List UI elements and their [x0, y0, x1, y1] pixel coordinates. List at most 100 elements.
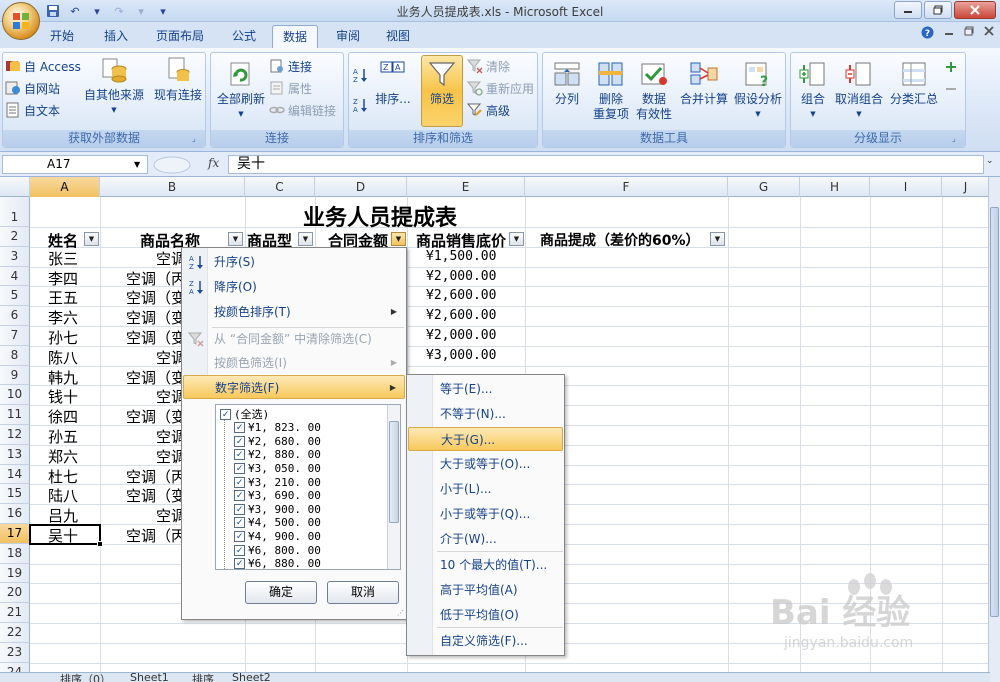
row-header[interactable]: 21	[0, 603, 30, 623]
sheet-tab-sort0[interactable]: 排序（0）	[60, 673, 111, 682]
row-header[interactable]: 19	[0, 563, 30, 584]
select-all-button[interactable]	[0, 177, 30, 197]
resize-grip-icon[interactable]: ⋰	[397, 609, 404, 617]
from-text-button[interactable]: 自文本	[5, 100, 60, 120]
row-header[interactable]: 20	[0, 583, 30, 604]
cell-name[interactable]: 陆八	[48, 485, 78, 506]
name-box-dropdown-icon[interactable]: ▼	[134, 160, 140, 169]
checkbox-checked-icon[interactable]: ✓	[234, 517, 245, 529]
office-button[interactable]	[2, 2, 40, 40]
checkbox-checked-icon[interactable]: ✓	[234, 558, 245, 569]
checklist-scrollbar[interactable]	[387, 405, 400, 569]
column-header-a[interactable]: A	[30, 177, 100, 197]
ribbon-minimize-icon[interactable]	[944, 26, 954, 42]
sort-asc-button[interactable]: AZ	[352, 65, 368, 85]
cell-name[interactable]: 李四	[48, 268, 78, 289]
checkbox-checked-icon[interactable]: ✓	[234, 462, 245, 474]
cell-name[interactable]: 韩九	[48, 367, 78, 388]
row-header[interactable]: 9	[0, 365, 30, 386]
cell-base-price[interactable]: ¥2,000.00	[426, 269, 496, 284]
column-header-d[interactable]: D	[315, 177, 407, 197]
insert-function-icon[interactable]: fx	[208, 156, 219, 170]
checkbox-checked-icon[interactable]: ✓	[234, 476, 245, 488]
sheet-tab-sort[interactable]: 排序	[192, 673, 214, 682]
checkbox-checked-icon[interactable]: ✓	[234, 435, 245, 447]
row-header[interactable]: 17	[0, 524, 30, 544]
data-validation-button[interactable]: 数据 有效性 ▼	[633, 59, 675, 141]
group-button[interactable]: 组合 ▼	[795, 59, 831, 122]
dialog-launcher-icon[interactable]: ⌟	[192, 134, 202, 144]
filter-dropdown-model[interactable]: ▼	[298, 232, 313, 246]
name-box[interactable]: A17	[2, 155, 148, 174]
tab-review[interactable]: 审阅	[326, 25, 370, 48]
row-header[interactable]: 11	[0, 405, 30, 425]
row-header[interactable]: 13	[0, 444, 30, 465]
connections-button[interactable]: 连接	[269, 56, 312, 76]
dialog-launcher-icon[interactable]: ⌟	[952, 134, 962, 144]
submenu-item[interactable]: 高于平均值(A)	[408, 578, 563, 602]
sort-desc-button[interactable]: ZA	[352, 95, 368, 115]
row-header[interactable]: 22	[0, 623, 30, 643]
cell-product[interactable]: 空调	[156, 347, 182, 368]
subtotal-button[interactable]: 分类汇总	[887, 59, 941, 107]
filter-dropdown-product[interactable]: ▼	[228, 232, 243, 246]
ok-button[interactable]: 确定	[245, 581, 317, 604]
cell-product[interactable]: 空调（丙	[126, 268, 182, 289]
cell-product[interactable]: 空调（变	[126, 406, 182, 427]
checklist-item[interactable]: ✓ (全选)	[220, 407, 269, 421]
scrollbar-thumb[interactable]	[389, 421, 399, 523]
row-header[interactable]: 14	[0, 464, 30, 485]
checkbox-checked-icon[interactable]: ✓	[234, 544, 245, 556]
checklist-item[interactable]: ✓ ¥6, 800. 00	[234, 543, 321, 557]
cell-base-price[interactable]: ¥3,000.00	[426, 348, 496, 363]
checklist-item[interactable]: ✓ ¥2, 680. 00	[234, 434, 321, 448]
cell-name[interactable]: 孙七	[48, 327, 78, 348]
header-commission[interactable]: 商品提成（差价的60%）	[540, 230, 700, 250]
cell-product[interactable]: 空调（丙	[126, 525, 182, 546]
checkbox-checked-icon[interactable]: ✓	[234, 530, 245, 542]
checklist-item[interactable]: ✓ ¥2, 880. 00	[234, 448, 321, 462]
cell-base-price[interactable]: ¥2,000.00	[426, 328, 496, 343]
cell-name[interactable]: 孙五	[48, 426, 78, 447]
consolidate-button[interactable]: 合并计算	[677, 59, 731, 107]
checkbox-checked-icon[interactable]: ✓	[234, 449, 245, 461]
cell-product[interactable]: 空调	[156, 248, 182, 269]
checklist-item[interactable]: ✓ ¥3, 900. 00	[234, 502, 321, 516]
cancel-button[interactable]: 取消	[327, 581, 399, 604]
tab-formulas[interactable]: 公式	[222, 25, 266, 48]
cell-base-price[interactable]: ¥1,500.00	[426, 249, 496, 264]
sheet-tab-sheet1[interactable]: Sheet1	[130, 673, 169, 682]
cell-name[interactable]: 陈八	[48, 347, 78, 368]
column-header-e[interactable]: E	[407, 177, 525, 197]
submenu-item[interactable]: 不等于(N)...	[408, 402, 563, 426]
cell-base-price[interactable]: ¥2,600.00	[426, 308, 496, 323]
cell-name[interactable]: 张三	[48, 248, 78, 269]
column-header-g[interactable]: G	[728, 177, 800, 197]
tab-view[interactable]: 视图	[376, 25, 420, 48]
row-header[interactable]: 16	[0, 504, 30, 524]
sheet-tab-sheet2[interactable]: Sheet2	[232, 673, 271, 682]
column-header-c[interactable]: C	[245, 177, 315, 197]
ribbon-close-icon[interactable]	[984, 26, 994, 42]
submenu-item[interactable]: 小于(L)...	[408, 477, 563, 501]
row-header[interactable]: 5	[0, 286, 30, 307]
column-header-j[interactable]: J	[942, 177, 990, 197]
formula-input[interactable]: 吴十	[228, 155, 984, 174]
checklist-item[interactable]: ✓ ¥3, 690. 00	[234, 489, 321, 503]
menu-number-filters[interactable]: 数字筛选(F) ▶	[183, 375, 405, 399]
submenu-item[interactable]: 介于(W)...	[408, 527, 563, 551]
row-header[interactable]: 6	[0, 306, 30, 326]
filter-dropdown-amount[interactable]: ▼	[391, 232, 406, 246]
checklist-item[interactable]: ✓ ¥3, 210. 00	[234, 475, 321, 489]
column-header-i[interactable]: I	[870, 177, 942, 197]
from-other-sources-button[interactable]: 自其他来源 ▼	[81, 55, 147, 118]
row-header[interactable]: 18	[0, 543, 30, 564]
scrollbar-thumb[interactable]	[990, 207, 999, 617]
row-header[interactable]: 8	[0, 345, 30, 366]
text-to-columns-button[interactable]: 分列	[547, 59, 587, 107]
row-header[interactable]: 23	[0, 642, 30, 663]
cell-product[interactable]: 空调（变	[126, 287, 182, 308]
submenu-item[interactable]: 等于(E)...	[408, 377, 563, 401]
row-header[interactable]: 15	[0, 484, 30, 505]
from-web-button[interactable]: 自网站	[5, 78, 60, 98]
